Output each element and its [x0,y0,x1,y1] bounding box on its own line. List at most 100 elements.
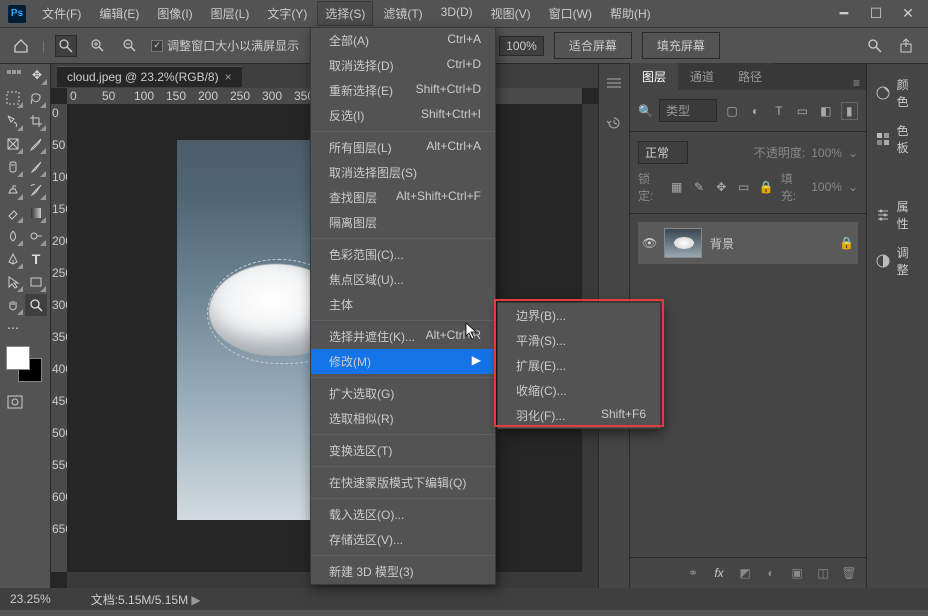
side-color-panel[interactable]: 颜色 [867,70,928,116]
side-properties-panel[interactable]: 属性 [867,192,928,238]
rectangle-tool-icon[interactable] [25,271,47,293]
submenu-item[interactable]: 收缩(C)... [498,378,660,403]
menu-item[interactable]: 反选(I)Shift+Ctrl+I [311,103,495,128]
fill-screen-button[interactable]: 填充屏幕 [642,32,720,59]
marquee-tool-icon[interactable] [2,87,24,109]
zoom-out-icon[interactable] [119,35,141,57]
eyedropper-tool-icon[interactable] [25,133,47,155]
clone-stamp-tool-icon[interactable] [2,179,24,201]
menu-edit[interactable]: 编辑(E) [91,1,147,26]
lock-paint-icon[interactable]: ✎ [691,178,707,196]
submenu-item[interactable]: 边界(B)... [498,303,660,328]
side-swatches-panel[interactable]: 色板 [867,116,928,162]
menu-item[interactable]: 所有图层(L)Alt+Ctrl+A [311,135,495,160]
healing-tool-icon[interactable] [2,156,24,178]
menu-filter[interactable]: 滤镜(T) [375,1,430,26]
new-layer-icon[interactable]: ◫ [814,564,832,582]
resize-window-checkbox[interactable]: ✓ 调整窗口大小以满屏显示 [151,37,299,54]
lock-all-icon[interactable]: 🔒 [758,178,775,196]
menu-view[interactable]: 视图(V) [483,1,539,26]
lock-pixels-icon[interactable]: ▦ [668,178,684,196]
submenu-item[interactable]: 平滑(S)... [498,328,660,353]
menu-item[interactable]: 主体 [311,292,495,317]
menu-item[interactable]: 在快速蒙版模式下编辑(Q) [311,470,495,495]
lock-artboard-icon[interactable]: ▭ [735,178,751,196]
lasso-tool-icon[interactable] [25,87,47,109]
maximize-icon[interactable]: ☐ [864,6,888,22]
status-zoom[interactable]: 23.25% [10,592,51,606]
menu-item[interactable]: 修改(M)▶ [311,349,495,374]
link-layers-icon[interactable]: ⚭ [684,564,702,582]
menu-item[interactable]: 新建 3D 模型(3) [311,559,495,584]
menu-file[interactable]: 文件(F) [34,1,89,26]
menu-window[interactable]: 窗口(W) [541,1,600,26]
history-brush-tool-icon[interactable] [25,179,47,201]
filter-toggle-icon[interactable]: ▮ [841,102,858,120]
panel-handle-icon[interactable] [3,70,25,76]
filter-adjust-icon[interactable]: ◐ [747,102,764,120]
dodge-tool-icon[interactable] [25,225,47,247]
menu-layer[interactable]: 图层(L) [203,1,258,26]
filter-image-icon[interactable]: ▢ [723,102,740,120]
tab-paths[interactable]: 路径 [726,63,774,90]
layer-fx-icon[interactable]: fx [710,564,728,582]
document-tab[interactable]: cloud.jpeg @ 23.2%(RGB/8) × [57,66,242,87]
menu-item[interactable]: 存储选区(V)... [311,527,495,552]
layer-row[interactable]: 👁 背景 🔒 [638,222,858,264]
filter-smart-icon[interactable]: ◧ [817,102,834,120]
menu-item[interactable]: 色彩范围(C)... [311,242,495,267]
menu-item[interactable]: 变换选区(T) [311,438,495,463]
menu-type[interactable]: 文字(Y) [259,1,315,26]
filter-type-icon[interactable]: T [770,102,787,120]
layer-name[interactable]: 背景 [710,235,734,252]
move-tool-icon[interactable]: ✥ [26,64,48,86]
home-icon[interactable] [10,35,32,57]
edit-toolbar-icon[interactable]: ⋯ [2,317,24,339]
zoom-tool-icon-selected[interactable] [25,294,47,316]
blend-mode-dropdown[interactable]: 正常 [638,141,688,164]
layer-filter-dropdown[interactable]: 类型 [659,99,717,122]
minimize-icon[interactable]: ━ [832,6,856,22]
menu-item[interactable]: 查找图层Alt+Shift+Ctrl+F [311,185,495,210]
close-icon[interactable]: ✕ [896,6,920,22]
pen-tool-icon[interactable] [2,248,24,270]
path-select-tool-icon[interactable] [2,271,24,293]
group-icon[interactable]: ▣ [788,564,806,582]
foreground-swatch[interactable] [6,346,30,370]
filter-shape-icon[interactable]: ▭ [794,102,811,120]
menu-item[interactable]: 全部(A)Ctrl+A [311,28,495,53]
menu-item[interactable]: 取消选择(D)Ctrl+D [311,53,495,78]
gradient-tool-icon[interactable] [25,202,47,224]
layer-mask-icon[interactable]: ◩ [736,564,754,582]
submenu-item[interactable]: 扩展(E)... [498,353,660,378]
blur-tool-icon[interactable] [2,225,24,247]
history-panel-icon[interactable] [603,112,625,134]
layer-thumbnail[interactable] [664,228,702,258]
trash-icon[interactable]: 🗑 [840,564,858,582]
quick-select-tool-icon[interactable] [2,110,24,132]
brush-tool-icon[interactable] [25,156,47,178]
menu-select[interactable]: 选择(S) [317,1,373,26]
fill-value[interactable]: 100% [811,180,842,194]
panel-options-icon[interactable] [603,72,625,94]
quick-mask-icon[interactable] [4,391,26,413]
menu-item[interactable]: 隔离图层 [311,210,495,235]
crop-tool-icon[interactable] [25,110,47,132]
eraser-tool-icon[interactable] [2,202,24,224]
adjustment-layer-icon[interactable]: ◐ [762,564,780,582]
menu-item[interactable]: 选取相似(R) [311,406,495,431]
menu-help[interactable]: 帮助(H) [602,1,659,26]
zoom-percent-field[interactable]: 100% [499,36,544,56]
lock-icon[interactable]: 🔒 [839,236,854,250]
frame-tool-icon[interactable] [2,133,24,155]
status-doc-info[interactable]: 文档:5.15M/5.15M [91,593,188,607]
hand-tool-icon[interactable] [2,294,24,316]
status-flyout-icon[interactable]: ▶ [191,593,200,607]
tab-layers[interactable]: 图层 [630,63,678,90]
visibility-icon[interactable]: 👁 [642,236,656,250]
lock-position-icon[interactable]: ✥ [713,178,729,196]
menu-item[interactable]: 扩大选取(G) [311,381,495,406]
share-icon[interactable] [896,35,918,57]
zoom-tool-icon[interactable] [55,35,77,57]
tab-channels[interactable]: 通道 [678,63,726,90]
